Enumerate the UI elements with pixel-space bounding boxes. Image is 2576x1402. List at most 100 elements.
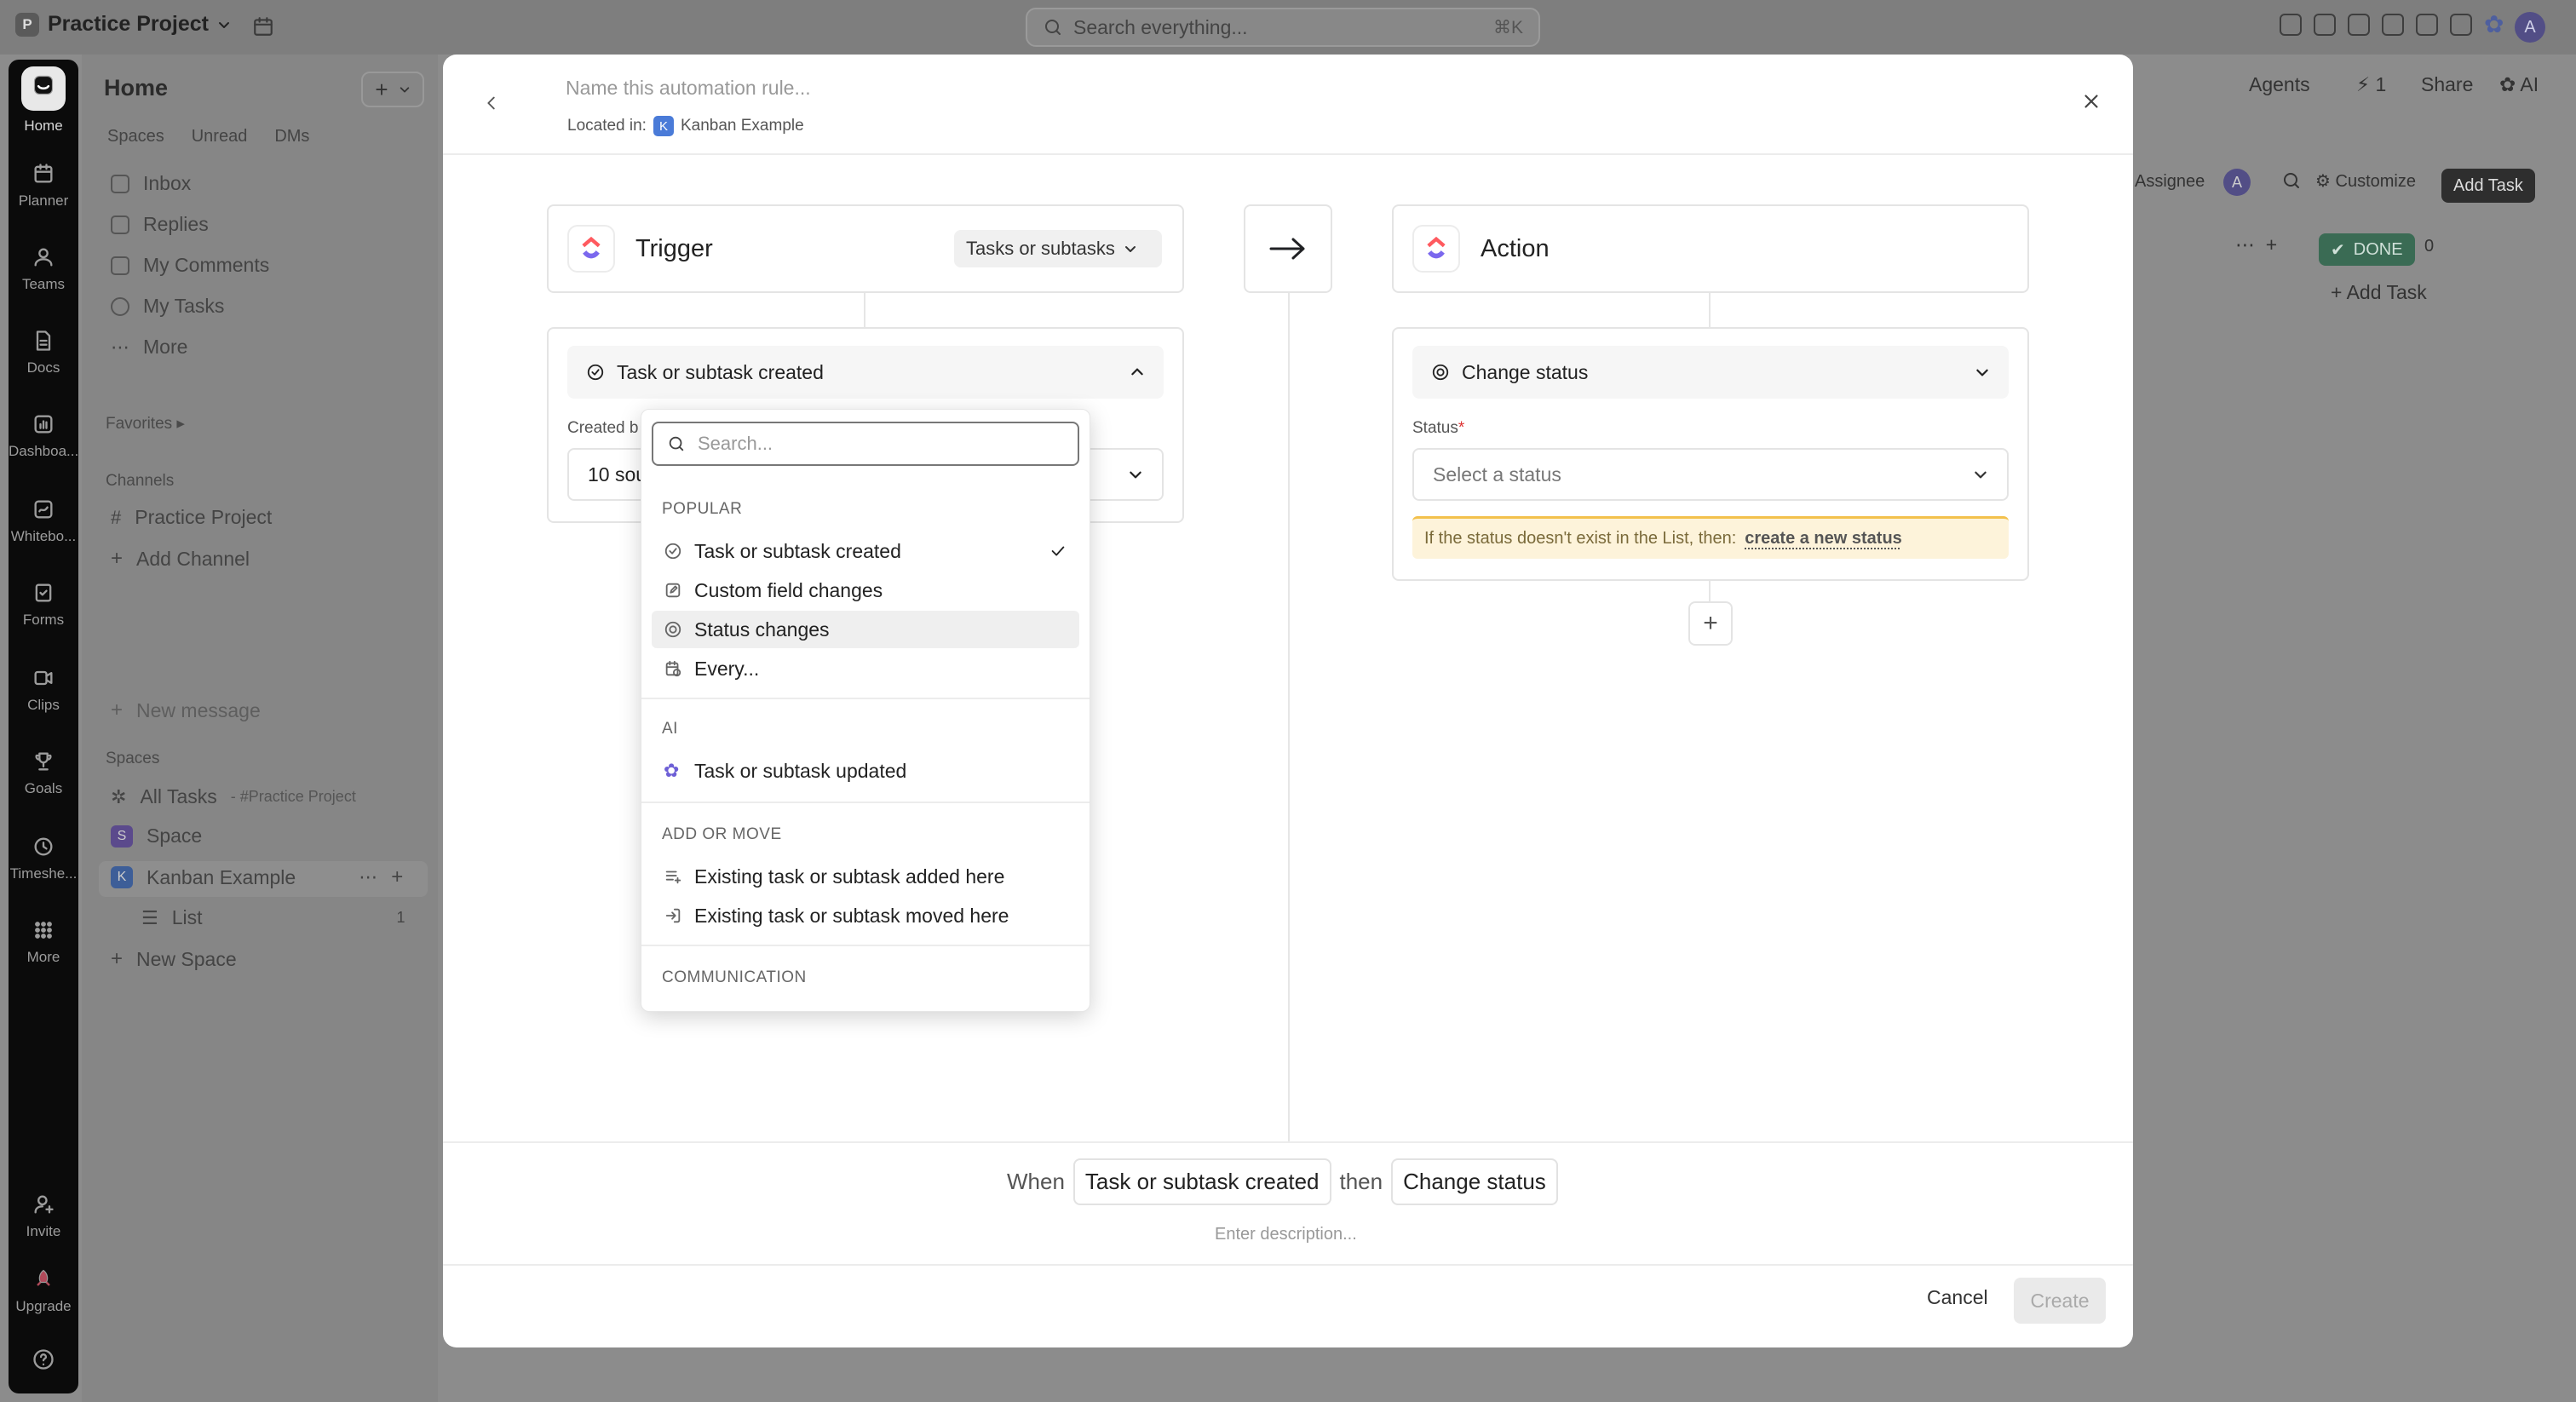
close-icon [2084,95,2098,108]
location-name[interactable]: Kanban Example [681,117,804,135]
assignee-filter[interactable]: Assignee [2135,172,2205,192]
option-task-created[interactable]: Task or subtask created [652,532,1079,570]
status-icon [1432,364,1449,381]
dropdown-search-placeholder: Search... [698,433,773,454]
rail-whiteboards[interactable]: Whitebo... [9,497,78,545]
space-item[interactable]: S Space [111,825,202,848]
rail-upgrade[interactable]: Upgrade [9,1267,78,1315]
section-popular: POPULAR [662,500,743,518]
chevron-down-icon [1124,246,1136,252]
assignee-avatar[interactable]: A [2223,169,2251,196]
automations-count[interactable]: ⚡ 1 [2356,73,2386,96]
timer-icon[interactable] [2416,14,2438,36]
sidebar-item-more[interactable]: ⋯ More [111,336,187,359]
agents-button[interactable]: Agents [2249,73,2310,96]
rail-home[interactable]: Home [9,66,78,135]
trigger-select[interactable]: Task or subtask created [567,346,1164,399]
sidebar-item-my-tasks[interactable]: My Tasks [111,295,224,318]
new-space[interactable]: + New Space [111,947,237,971]
chevron-up-icon [1131,368,1143,376]
dropdown-search-input[interactable]: Search... [652,422,1079,466]
sidebar-create-button[interactable]: + [361,72,424,107]
video-icon[interactable] [2382,14,2404,36]
rail-label: Dashboa... [9,443,79,459]
option-custom-field-changes[interactable]: Custom field changes [652,572,1079,609]
status-placeholder: Select a status [1433,463,1561,486]
search-icon[interactable] [2281,170,2302,191]
clickup-logo-icon [1412,225,1460,273]
new-message[interactable]: + New message [111,698,261,722]
rail-invite[interactable]: Invite [9,1192,78,1240]
rail-timesheets[interactable]: Timeshe... [9,835,78,882]
rule-name-input[interactable]: Name this automation rule... [566,77,811,100]
add-action-button[interactable]: + [1688,601,1733,646]
modal-header: Name this automation rule... Located in:… [443,55,2133,155]
list-item[interactable]: ☰ List 1 [141,906,405,929]
global-search[interactable]: Search everything... ⌘K [1026,8,1540,47]
tab-dms[interactable]: DMs [274,127,309,147]
rail-dashboards[interactable]: Dashboa... [9,412,78,460]
add-task-button[interactable]: Add Task [2441,169,2535,203]
option-every[interactable]: Every... [652,650,1079,687]
ai-clover-icon[interactable]: ✿ [2484,13,2506,37]
check-icon[interactable] [2280,14,2302,36]
channel-practice-project[interactable]: # Practice Project [111,506,272,529]
agents-label: Agents [2249,73,2310,95]
ai-button[interactable]: ✿ AI [2499,73,2539,96]
ai-clover-icon: ✿ [664,760,680,781]
plus-icon[interactable]: + [391,865,403,889]
help-icon[interactable] [9,1347,78,1378]
trigger-scope-label: Tasks or subtasks [966,238,1115,259]
check-circle-icon [111,296,129,316]
create-status-link[interactable]: create a new status [1745,529,1902,549]
warning-text: If the status doesn't exist in the List,… [1424,529,1737,548]
close-button[interactable] [2080,90,2102,112]
rail-more[interactable]: More [9,918,78,966]
rail-docs[interactable]: Docs [9,329,78,376]
option-task-moved-here[interactable]: Existing task or subtask moved here [652,897,1079,934]
back-button[interactable] [482,94,501,112]
option-status-changes[interactable]: Status changes [652,611,1079,648]
add-channel[interactable]: + Add Channel [111,547,250,571]
add-channel-label: Add Channel [136,547,250,570]
share-button[interactable]: Share [2421,73,2473,96]
notepad-icon[interactable] [2348,14,2370,36]
user-avatar[interactable]: A [2515,12,2545,43]
action-select[interactable]: Change status [1412,346,2009,399]
favorites-heading[interactable]: Favorites ▸ [106,414,185,434]
inbox-icon[interactable] [2314,14,2336,36]
flow-arrow [1244,204,1332,293]
sidebar-item-replies[interactable]: Replies [111,213,209,236]
rail-teams[interactable]: Teams [9,245,78,293]
automations-count-label: 1 [2375,73,2387,95]
sidebar-item-my-comments[interactable]: My Comments [111,254,269,277]
option-task-updated[interactable]: ✿ Task or subtask updated [652,752,1079,790]
tab-unread[interactable]: Unread [192,127,248,147]
rail-planner[interactable]: Planner [9,162,78,210]
trigger-scope-select[interactable]: Tasks or subtasks [954,230,1162,267]
project-switcher[interactable]: P Practice Project [15,12,231,37]
calendar-icon[interactable] [252,15,274,37]
search-placeholder: Search everything... [1073,15,1248,38]
kanban-example-item[interactable]: K Kanban Example ⋯ + [111,865,403,889]
chevron-down-icon [1975,471,1987,479]
option-task-added-here[interactable]: Existing task or subtask added here [652,858,1079,895]
asterisk-icon: ✲ [111,785,127,807]
sidebar-item-inbox[interactable]: Inbox [111,172,191,195]
kanban-label: Kanban Example [147,865,296,888]
rail-clips[interactable]: Clips [9,666,78,714]
rail-goals[interactable]: Goals [9,750,78,797]
assignee-label: Assignee [2135,172,2205,191]
edit-field-icon [665,583,681,598]
customize-button[interactable]: ⚙ Customize [2315,170,2416,192]
status-select[interactable]: Select a status [1412,448,2009,501]
column-actions[interactable]: ⋯ + [2235,233,2277,256]
rail-label: Clips [27,697,60,713]
ellipsis-icon[interactable]: ⋯ [359,866,377,888]
doc-icon[interactable] [2450,14,2472,36]
all-tasks-label: All Tasks [140,785,217,807]
add-task-link[interactable]: + Add Task [2331,281,2427,304]
all-tasks[interactable]: ✲ All Tasks - #Practice Project [111,785,356,808]
tab-spaces[interactable]: Spaces [107,127,164,147]
rail-forms[interactable]: Forms [9,581,78,629]
